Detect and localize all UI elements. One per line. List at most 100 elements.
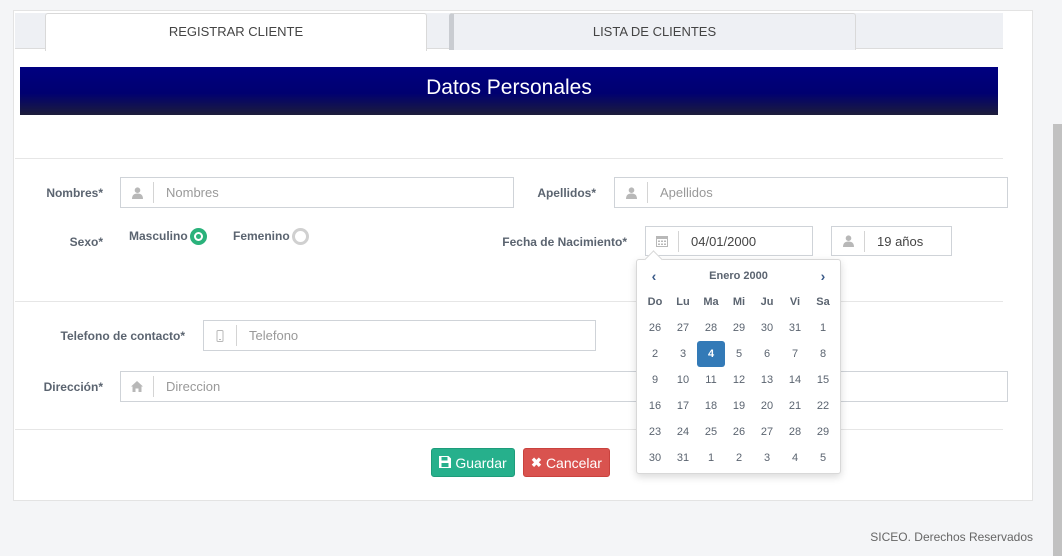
calendar-day[interactable]: 12 [725, 367, 753, 393]
masculino-label[interactable]: Masculino [129, 229, 188, 243]
section-banner: Datos Personales [20, 67, 998, 115]
telefono-input[interactable]: Telefono [203, 320, 596, 351]
calendar-month-label[interactable]: Enero 2000 [637, 267, 840, 285]
masculino-radio[interactable] [190, 228, 207, 245]
calendar-day[interactable]: 13 [753, 367, 781, 393]
calendar-grid: Do Lu Ma Mi Ju Vi Sa 26 27 28 29 30 31 1 2 3 4 5 6 7 8 9 10 11 1… [641, 289, 837, 471]
calendar-day[interactable]: 27 [669, 315, 697, 341]
nombres-input[interactable]: Nombres [120, 177, 514, 208]
calendar-weekday-row: Do Lu Ma Mi Ju Vi Sa [641, 289, 837, 315]
calendar-week-row: 23 24 25 26 27 28 29 [641, 419, 837, 445]
calendar-day[interactable]: 2 [641, 341, 669, 367]
divider [15, 429, 1003, 430]
edad-value: 19 años [877, 233, 924, 249]
calendar-day[interactable]: 10 [669, 367, 697, 393]
calendar-day[interactable]: 16 [641, 393, 669, 419]
calendar-day[interactable]: 31 [781, 315, 809, 341]
femenino-label[interactable]: Femenino [233, 229, 290, 243]
calendar-day[interactable]: 8 [809, 341, 837, 367]
save-icon [439, 455, 452, 471]
calendar-day[interactable]: 17 [669, 393, 697, 419]
times-icon: ✖ [531, 454, 542, 470]
calendar-day[interactable]: 30 [753, 315, 781, 341]
calendar-weekday: Sa [816, 296, 830, 308]
cancel-button[interactable]: ✖ Cancelar [523, 448, 610, 477]
calendar-day[interactable]: 4 [781, 445, 809, 471]
calendar-day[interactable]: 27 [753, 419, 781, 445]
calendar-week-row: 26 27 28 29 30 31 1 [641, 315, 837, 341]
calendar-weekday: Mi [732, 296, 746, 308]
calendar-day[interactable]: 21 [781, 393, 809, 419]
calendar-week-row: 30 31 1 2 3 4 5 [641, 445, 837, 471]
calendar-icon [646, 230, 679, 252]
calendar-day[interactable]: 30 [641, 445, 669, 471]
divider [15, 158, 1003, 159]
calendar-weekday: Ju [760, 296, 774, 308]
calendar-day[interactable]: 26 [725, 419, 753, 445]
direccion-label: Dirección* [43, 380, 103, 394]
fecha-label: Fecha de Nacimiento* [502, 235, 627, 249]
home-icon [121, 376, 154, 397]
calendar-week-row: 16 17 18 19 20 21 22 [641, 393, 837, 419]
apellidos-placeholder: Apellidos [660, 185, 713, 200]
direccion-input[interactable]: Direccion [120, 371, 1008, 402]
banner-title: Datos Personales [426, 76, 592, 99]
calendar-day[interactable]: 29 [725, 315, 753, 341]
calendar-day[interactable]: 26 [641, 315, 669, 341]
chevron-right-icon[interactable]: › [815, 267, 831, 285]
tab-registrar-cliente[interactable]: REGISTRAR CLIENTE [45, 13, 427, 51]
user-icon [615, 182, 648, 203]
femenino-radio[interactable] [292, 228, 309, 245]
user-icon [832, 230, 865, 252]
fecha-value: 04/01/2000 [691, 233, 757, 249]
calendar-day[interactable]: 20 [753, 393, 781, 419]
direccion-placeholder: Direccion [166, 379, 221, 394]
calendar-day[interactable]: 23 [641, 419, 669, 445]
calendar-weekday: Ma [703, 296, 719, 308]
scrollbar-thumb[interactable] [1053, 124, 1062, 556]
calendar-day[interactable]: 25 [697, 419, 725, 445]
calendar-day[interactable]: 15 [809, 367, 837, 393]
calendar-day[interactable]: 5 [809, 445, 837, 471]
user-icon [121, 182, 154, 203]
cancel-button-label: Cancelar [545, 454, 602, 471]
calendar-day[interactable]: 2 [725, 445, 753, 471]
calendar-day[interactable]: 3 [753, 445, 781, 471]
calendar-weekday: Lu [676, 296, 690, 308]
sexo-label: Sexo* [69, 235, 103, 249]
save-button-label: Guardar [455, 454, 507, 471]
apellidos-label: Apellidos* [537, 186, 596, 200]
calendar-day[interactable]: 3 [669, 341, 697, 367]
calendar-day[interactable]: 28 [697, 315, 725, 341]
calendar-day[interactable]: 7 [781, 341, 809, 367]
calendar-day[interactable]: 31 [669, 445, 697, 471]
divider [15, 301, 1003, 302]
calendar-day[interactable]: 28 [781, 419, 809, 445]
save-button[interactable]: Guardar [431, 448, 515, 477]
edad-field: 19 años [831, 226, 952, 256]
calendar-day[interactable]: 9 [641, 367, 669, 393]
apellidos-input[interactable]: Apellidos [614, 177, 1008, 208]
calendar-day[interactable]: 1 [809, 315, 837, 341]
calendar-day[interactable]: 4 [697, 341, 725, 367]
calendar-weekday: Vi [789, 296, 801, 308]
mobile-icon [204, 325, 237, 346]
calendar-day[interactable]: 19 [725, 393, 753, 419]
calendar-day[interactable]: 14 [781, 367, 809, 393]
calendar-day[interactable]: 11 [697, 367, 725, 393]
chevron-left-icon[interactable]: ‹ [646, 267, 662, 285]
telefono-placeholder: Telefono [249, 328, 299, 343]
calendar-day[interactable]: 22 [809, 393, 837, 419]
footer-text: SICEO. Derechos Reservados [870, 530, 1033, 544]
telefono-label: Telefono de contacto* [60, 329, 185, 343]
tab-lista-clientes[interactable]: LISTA DE CLIENTES [449, 13, 856, 50]
calendar-day[interactable]: 6 [753, 341, 781, 367]
calendar-day[interactable]: 24 [669, 419, 697, 445]
fecha-input[interactable]: 04/01/2000 [645, 226, 813, 256]
calendar-day[interactable]: 1 [697, 445, 725, 471]
calendar-week-row: 9 10 11 12 13 14 15 [641, 367, 837, 393]
calendar-day[interactable]: 29 [809, 419, 837, 445]
calendar-week-row: 2345678 [641, 341, 837, 367]
calendar-day[interactable]: 5 [725, 341, 753, 367]
calendar-day[interactable]: 18 [697, 393, 725, 419]
